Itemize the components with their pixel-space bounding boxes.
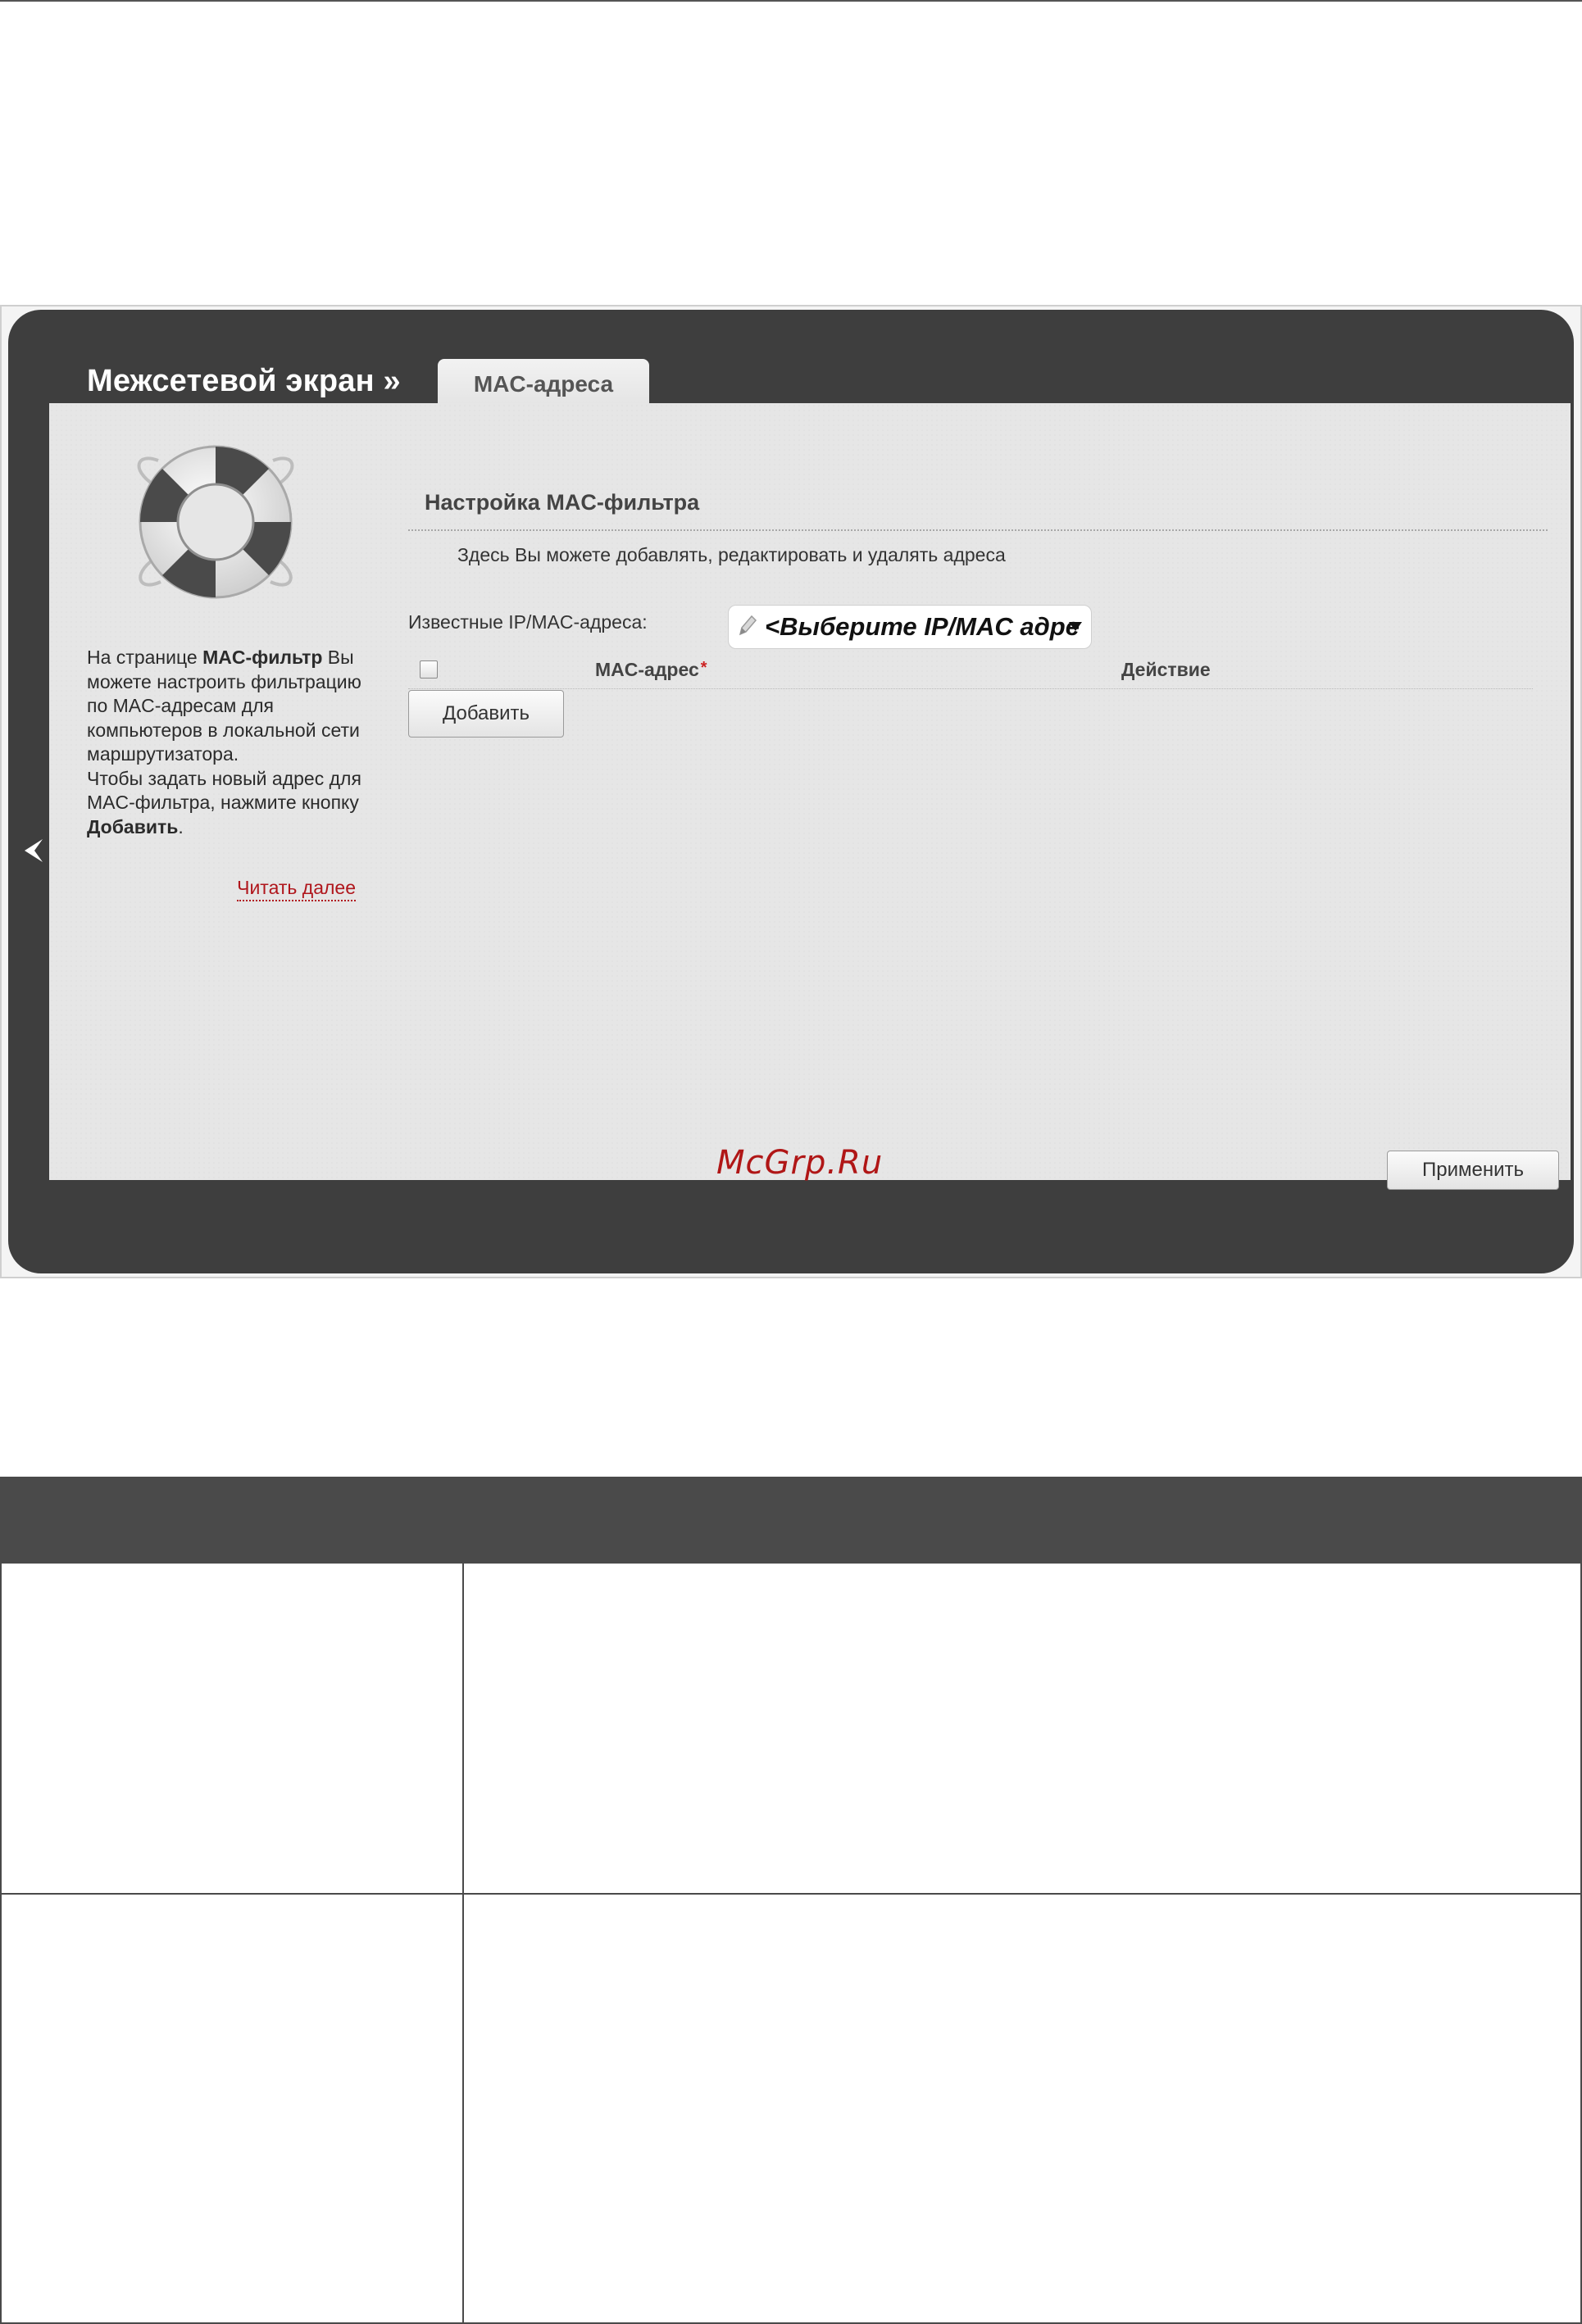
- help-text-part: На странице: [87, 647, 203, 668]
- apply-button[interactable]: Применить: [1387, 1151, 1559, 1190]
- back-arrow-icon[interactable]: [13, 828, 54, 874]
- table-cell-desc-1: [462, 1562, 1582, 1896]
- help-bold-term: MAC-фильтр: [202, 647, 323, 668]
- page-top-rule: [0, 0, 1582, 2]
- table-cell-param-1: [0, 1562, 466, 1896]
- help-bold-term: Добавить: [87, 815, 179, 837]
- column-header-mac-label: MAC-адрес: [595, 659, 699, 680]
- select-all-checkbox[interactable]: [420, 660, 438, 679]
- column-header-mac: MAC-адрес *: [595, 659, 707, 681]
- tab-mac-addresses[interactable]: MAC-адреса: [438, 359, 649, 410]
- table-divider: [408, 688, 1533, 689]
- table-cell-desc-2: [462, 1893, 1582, 2324]
- table-header-bar: [0, 1477, 1582, 1565]
- lifebuoy-icon: [121, 436, 310, 612]
- table-cell-param-2: [0, 1893, 466, 2324]
- parameter-table: [0, 1477, 1582, 2324]
- router-screenshot: Межсетевой экран » MAC-адреса На страниц…: [0, 305, 1582, 1278]
- column-header-action: Действие: [1121, 659, 1211, 680]
- pencil-icon: [737, 613, 758, 642]
- section-divider: [408, 529, 1548, 531]
- chevron-down-icon[interactable]: [1066, 617, 1084, 639]
- select-value: <Выберите IP/MAC адре: [765, 612, 1080, 641]
- add-button[interactable]: Добавить: [408, 690, 564, 738]
- breadcrumb[interactable]: Межсетевой экран »: [87, 364, 401, 399]
- help-text: На странице MAC-фильтр Вы можете настрои…: [87, 646, 366, 839]
- watermark: McGrp.Ru: [716, 1144, 884, 1182]
- section-title: Настройка MAC-фильтра: [425, 490, 700, 515]
- help-text-part: Чтобы задать новый адрес для MAC-фильтра…: [87, 767, 361, 814]
- known-addresses-select[interactable]: <Выберите IP/MAC адре: [728, 605, 1092, 649]
- section-description: Здесь Вы можете добавлять, редактировать…: [457, 544, 1006, 565]
- read-more-link[interactable]: Читать далее: [237, 877, 356, 901]
- known-addresses-label: Известные IP/MAC-адреса:: [408, 611, 648, 633]
- help-text-part: .: [178, 815, 184, 837]
- required-mark: *: [700, 659, 707, 677]
